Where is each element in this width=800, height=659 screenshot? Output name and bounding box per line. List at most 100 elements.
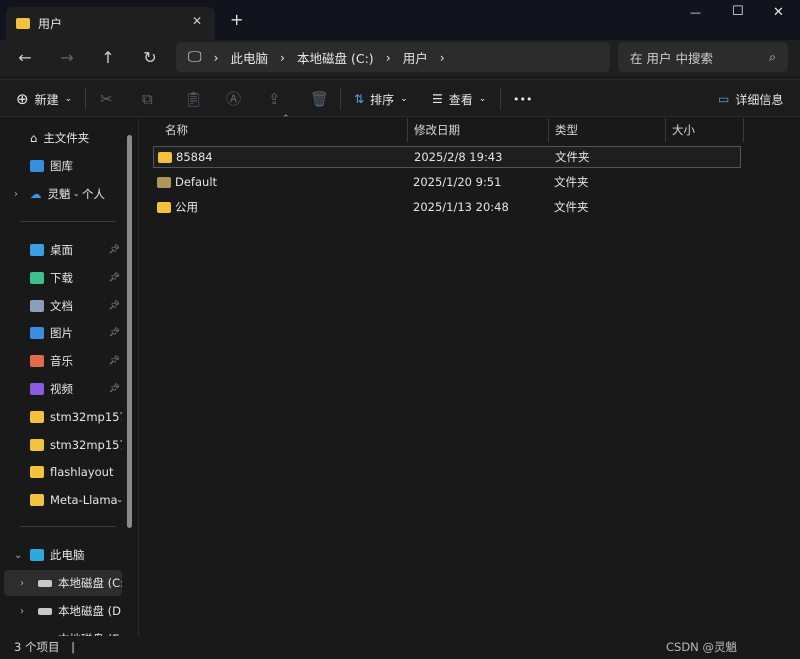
onedrive-icon: ☁ bbox=[30, 187, 42, 201]
pin-icon: 📌︎ bbox=[108, 356, 120, 367]
sidebar-item-quick[interactable]: 桌面 📌︎ bbox=[4, 237, 122, 263]
folder-icon bbox=[30, 494, 44, 507]
sidebar-item-quick[interactable]: flashlayout bbox=[4, 459, 122, 485]
navigation-pane: ⌂ 主文件夹 图库 › ☁ 灵魈 - 个人 桌面 📌︎ 下载 📌︎ 文档 📌︎ 图片 📌︎ 音乐 📌︎ 视… bbox=[0, 118, 136, 646]
sidebar-item-label: flashlayout bbox=[50, 465, 114, 480]
sort-label: 排序 bbox=[370, 92, 395, 107]
paste-icon[interactable]: 📋︎ bbox=[184, 80, 203, 118]
sort-ascending-icon: ⌃ bbox=[282, 114, 290, 124]
rename-icon[interactable]: Ⓐ bbox=[226, 80, 241, 118]
pin-icon: 📌︎ bbox=[108, 245, 120, 255]
sidebar-item-label: stm32mp157_u bbox=[50, 409, 122, 424]
folder-icon bbox=[30, 466, 44, 479]
view-button[interactable]: ☰ 查看 ⌄ bbox=[432, 80, 486, 118]
desktop-icon bbox=[30, 244, 44, 256]
refresh-button[interactable]: ↻ bbox=[135, 43, 165, 73]
video-icon bbox=[30, 383, 44, 395]
sidebar-item-onedrive[interactable]: › ☁ 灵魈 - 个人 bbox=[4, 181, 122, 207]
chevron-right-icon[interactable]: › bbox=[14, 189, 18, 200]
details-icon: ▭ bbox=[718, 92, 730, 106]
status-divider: | bbox=[71, 640, 76, 654]
breadcrumb-users[interactable]: 用户 bbox=[403, 48, 428, 67]
home-icon: ⌂ bbox=[30, 131, 38, 145]
minimize-button[interactable]: — bbox=[690, 6, 701, 19]
delete-icon[interactable]: 🗑︎ bbox=[310, 80, 329, 118]
folder-icon bbox=[30, 410, 44, 423]
column-header-type[interactable]: 类型 bbox=[549, 118, 666, 142]
sidebar-item-drive-c[interactable]: › 本地磁盘 (C:) bbox=[4, 570, 122, 596]
column-header-size[interactable]: 大小 bbox=[666, 118, 744, 142]
watermark: CSDN @灵魈 bbox=[666, 640, 737, 654]
folder-icon bbox=[16, 18, 30, 29]
breadcrumb-this-pc[interactable]: 此电脑 bbox=[231, 48, 269, 67]
sidebar-item-gallery[interactable]: 图库 bbox=[4, 153, 122, 179]
cut-icon[interactable]: ✂ bbox=[100, 80, 113, 118]
sidebar-item-quick[interactable]: stm32mp157_l bbox=[4, 432, 122, 458]
sidebar-scrollbar[interactable] bbox=[127, 135, 132, 528]
close-tab-button[interactable]: ✕ bbox=[192, 14, 202, 28]
close-window-button[interactable]: ✕ bbox=[773, 5, 784, 20]
folder-icon bbox=[157, 176, 171, 188]
title-bar: 用户 ✕ + — ☐ ✕ bbox=[0, 0, 800, 40]
pictures-icon bbox=[30, 327, 44, 340]
file-date: 2025/1/20 9:51 bbox=[413, 175, 502, 189]
sidebar-item-drive-d[interactable]: › 本地磁盘 (D:) bbox=[4, 598, 122, 624]
chevron-right-icon[interactable]: › bbox=[20, 578, 24, 589]
computer-icon: 🖵 bbox=[188, 49, 202, 65]
chevron-down-icon[interactable]: ⌄ bbox=[14, 550, 22, 561]
back-button[interactable]: ← bbox=[10, 43, 40, 73]
maximize-button[interactable]: ☐ bbox=[732, 4, 744, 19]
view-icon: ☰ bbox=[432, 92, 443, 106]
file-type: 文件夹 bbox=[555, 150, 590, 164]
navigation-bar: ← → ↑ ↻ 🖵 › 此电脑 › 本地磁盘 (C:) › 用户 › 在 用户 … bbox=[0, 40, 800, 76]
sidebar-item-this-pc[interactable]: ⌄ 此电脑 bbox=[4, 542, 122, 568]
sort-button[interactable]: ⇅ 排序 ⌄ bbox=[354, 80, 408, 118]
sidebar-item-home[interactable]: ⌂ 主文件夹 bbox=[4, 125, 122, 151]
divider bbox=[20, 526, 116, 527]
sidebar-item-label: 桌面 bbox=[50, 243, 73, 257]
forward-button[interactable]: → bbox=[52, 43, 82, 73]
file-type: 文件夹 bbox=[554, 200, 589, 214]
sidebar-item-quick[interactable]: 下载 📌︎ bbox=[4, 265, 122, 291]
chevron-down-icon: ⌄ bbox=[64, 94, 73, 104]
sidebar-item-label: 灵魈 - 个人 bbox=[47, 187, 105, 201]
divider bbox=[20, 221, 116, 222]
sidebar-item-quick[interactable]: 音乐 📌︎ bbox=[4, 348, 122, 374]
details-label: 详细信息 bbox=[735, 92, 784, 107]
new-tab-button[interactable]: + bbox=[230, 10, 243, 29]
sidebar-item-quick[interactable]: stm32mp157_u bbox=[4, 404, 122, 430]
new-button[interactable]: ⊕ 新建 ⌄ bbox=[16, 80, 72, 118]
plus-circle-icon: ⊕ bbox=[16, 90, 29, 108]
sidebar-item-label: 本地磁盘 (C:) bbox=[58, 576, 122, 590]
up-button[interactable]: ↑ bbox=[93, 43, 123, 73]
file-row[interactable]: Default 2025/1/20 9:51 文件夹 bbox=[153, 171, 741, 193]
copy-icon[interactable]: ⧉ bbox=[142, 80, 153, 118]
more-options-button[interactable]: ••• bbox=[513, 80, 532, 118]
file-row[interactable]: 公用 2025/1/13 20:48 文件夹 bbox=[153, 196, 741, 218]
file-type: 文件夹 bbox=[554, 175, 589, 189]
share-icon[interactable]: ⇪ bbox=[268, 80, 281, 118]
sidebar-item-quick[interactable]: 文档 📌︎ bbox=[4, 293, 122, 319]
sidebar-item-label: 此电脑 bbox=[50, 548, 85, 562]
file-row[interactable]: 85884 2025/2/8 19:43 文件夹 bbox=[153, 146, 741, 168]
chevron-right-icon: › bbox=[213, 49, 219, 65]
tab-users[interactable]: 用户 ✕ bbox=[6, 7, 215, 40]
column-header-date[interactable]: 修改日期 bbox=[408, 118, 549, 142]
divider bbox=[340, 88, 341, 110]
sidebar-item-label: 图片 bbox=[50, 326, 73, 341]
command-bar: ⊕ 新建 ⌄ ✂ ⧉ 📋︎ Ⓐ ⇪ 🗑︎ ⇅ 排序 ⌄ ☰ 查看 ⌄ ••• ▭… bbox=[0, 79, 800, 117]
status-bar: 3 个项目 | CSDN @灵魈 bbox=[0, 636, 800, 659]
sidebar-item-quick[interactable]: 视频 📌︎ bbox=[4, 376, 122, 402]
breadcrumb-c-drive[interactable]: 本地磁盘 (C:) bbox=[297, 48, 374, 67]
chevron-right-icon[interactable]: › bbox=[440, 50, 445, 65]
search-input[interactable]: 在 用户 中搜索 ⌕ bbox=[618, 42, 788, 72]
details-pane-button[interactable]: ▭ 详细信息 bbox=[718, 80, 783, 118]
sidebar-item-label: 图库 bbox=[50, 159, 73, 173]
chevron-down-icon: ⌄ bbox=[400, 94, 408, 104]
file-name: Default bbox=[175, 175, 218, 189]
sidebar-item-quick[interactable]: 图片 📌︎ bbox=[4, 320, 122, 346]
address-bar[interactable]: 🖵 › 此电脑 › 本地磁盘 (C:) › 用户 › bbox=[176, 42, 610, 72]
sidebar-item-quick[interactable]: Meta-Llama-3. bbox=[4, 487, 122, 513]
view-label: 查看 bbox=[448, 92, 473, 107]
chevron-right-icon[interactable]: › bbox=[20, 606, 24, 617]
